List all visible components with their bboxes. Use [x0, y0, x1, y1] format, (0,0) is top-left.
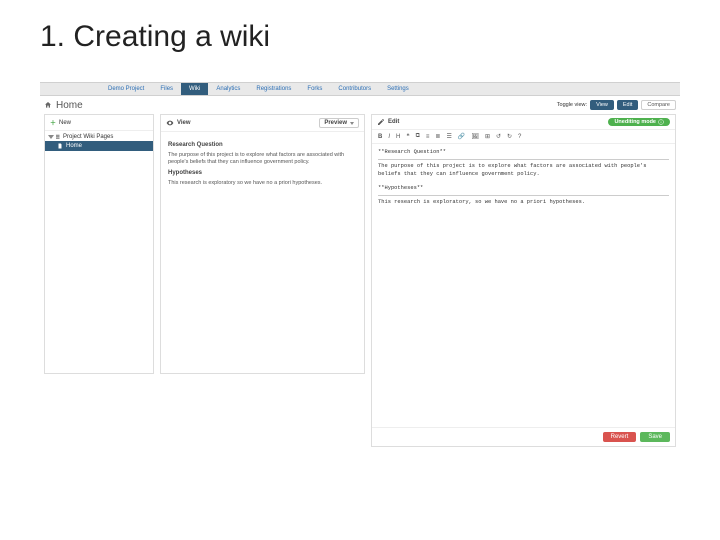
view-body: Research Question The purpose of this pr… — [161, 132, 364, 196]
preview-dropdown[interactable]: Preview — [319, 118, 359, 128]
nav-forks[interactable]: Forks — [299, 83, 330, 95]
tb-heading[interactable]: H — [395, 134, 401, 140]
nav-settings[interactable]: Settings — [379, 83, 417, 95]
caret-down-icon — [48, 135, 54, 139]
tb-bold[interactable]: B — [377, 134, 383, 140]
home-icon — [44, 101, 52, 109]
nav-project[interactable]: Demo Project — [100, 83, 152, 95]
page-title: Home — [56, 100, 83, 111]
pencil-icon — [377, 118, 385, 126]
view-title: View — [177, 120, 191, 126]
save-button[interactable]: Save — [640, 432, 670, 442]
edit-footer: Revert Save — [372, 427, 675, 446]
tb-italic[interactable]: I — [387, 134, 391, 140]
view-p2: This research is exploratory so we have … — [168, 180, 357, 187]
app-screenshot: Demo Project Files Wiki Analytics Regist… — [40, 82, 680, 502]
nav-panel: ＋ New Project Wiki Pages Home — [44, 114, 154, 374]
toggle-label: Toggle view: — [557, 102, 587, 108]
plus-icon: ＋ — [50, 118, 56, 127]
view-p1: The purpose of this project is to explor… — [168, 152, 357, 166]
stack-icon — [55, 134, 61, 140]
nav-files[interactable]: Files — [152, 83, 181, 95]
nav-wiki[interactable]: Wiki — [181, 83, 208, 95]
tree-root[interactable]: Project Wiki Pages — [45, 133, 153, 141]
page-tree: Project Wiki Pages Home — [45, 131, 153, 153]
edit-title: Edit — [388, 119, 399, 125]
nav-analytics[interactable]: Analytics — [208, 83, 248, 95]
tb-hr[interactable]: ☰ — [445, 133, 452, 140]
tb-redo[interactable]: ↻ — [506, 133, 513, 140]
editor-textarea[interactable]: **Research Question** The purpose of thi… — [372, 144, 675, 427]
toggle-compare[interactable]: Compare — [641, 100, 676, 110]
preview-label: Preview — [324, 120, 347, 126]
editing-mode-badge[interactable]: Unediting mode — [608, 118, 670, 126]
tree-item-label: Home — [66, 143, 82, 149]
toggle-edit[interactable]: Edit — [617, 100, 638, 110]
top-nav: Demo Project Files Wiki Analytics Regist… — [40, 82, 680, 96]
tb-image[interactable]: 🖼 — [470, 133, 480, 140]
slide-title: 1. Creating a wiki — [40, 20, 270, 54]
chevron-down-icon — [350, 122, 354, 125]
document-icon — [57, 143, 63, 149]
toggle-view[interactable]: View — [590, 100, 614, 110]
page-header: Home Toggle view: View Edit Compare — [40, 96, 680, 114]
tb-ul[interactable]: ≡ — [425, 134, 431, 140]
new-page-button[interactable]: ＋ New — [45, 115, 153, 131]
info-icon — [658, 119, 664, 125]
view-h1: Research Question — [168, 142, 357, 150]
tb-help[interactable]: ? — [517, 134, 522, 140]
view-h2: Hypotheses — [168, 170, 357, 178]
tb-code[interactable]: ⧉ — [415, 133, 421, 140]
tb-ol[interactable]: ≣ — [434, 133, 441, 140]
edit-panel: Edit Unediting mode B I H ❝ ⧉ ≡ ≣ ☰ — [371, 114, 676, 447]
eye-icon — [166, 119, 174, 127]
nav-contributors[interactable]: Contributors — [330, 83, 379, 95]
tree-item-home[interactable]: Home — [45, 141, 153, 151]
view-panel: View Preview Research Question The purpo… — [160, 114, 365, 374]
tb-quote[interactable]: ❝ — [405, 133, 410, 140]
columns: ＋ New Project Wiki Pages Home — [40, 114, 680, 447]
new-label: New — [59, 120, 71, 126]
tree-root-label: Project Wiki Pages — [63, 134, 113, 140]
nav-registrations[interactable]: Registrations — [248, 83, 299, 95]
editor-toolbar: B I H ❝ ⧉ ≡ ≣ ☰ 🔗 🖼 ⊞ ↺ ↻ ? — [372, 130, 675, 144]
revert-button[interactable]: Revert — [603, 432, 637, 442]
tb-undo[interactable]: ↺ — [495, 133, 502, 140]
badge-label: Unediting mode — [614, 119, 656, 125]
tb-table[interactable]: ⊞ — [484, 133, 491, 140]
tb-link[interactable]: 🔗 — [457, 133, 466, 140]
